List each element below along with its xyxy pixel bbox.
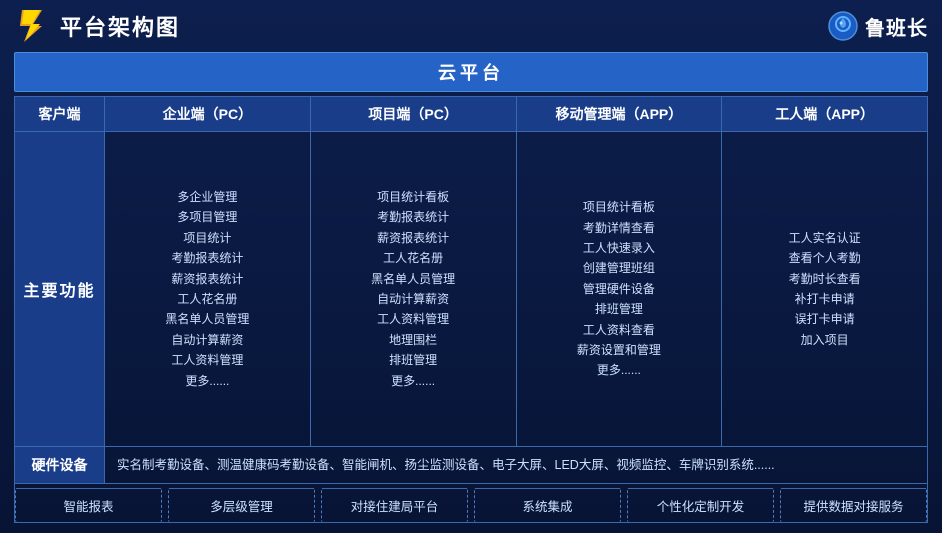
mobile-feature-list: 项目统计看板考勤详情查看工人快速录入创建管理班组管理硬件设备排班管理工人资料查看…: [577, 197, 661, 381]
bottom-feature-1: 智能报表: [15, 488, 162, 522]
bottom-feature-4: 系统集成: [474, 488, 621, 522]
col-header-project: 项目端（PC）: [311, 97, 517, 131]
column-headers: 客户端 企业端（PC） 项目端（PC） 移动管理端（APP） 工人端（APP）: [15, 97, 927, 132]
hardware-content: 实名制考勤设备、测温健康码考勤设备、智能闸机、扬尘监测设备、电子大屏、LED大屏…: [105, 447, 927, 483]
hardware-row: 硬件设备 实名制考勤设备、测温健康码考勤设备、智能闸机、扬尘监测设备、电子大屏、…: [15, 447, 927, 484]
col-header-enterprise: 企业端（PC）: [105, 97, 311, 131]
worker-feature-list: 工人实名认证查看个人考勤考勤时长查看补打卡申请误打卡申请加入项目: [789, 228, 861, 350]
cloud-banner: 云平台: [14, 52, 928, 92]
brand-icon: [827, 10, 859, 42]
brand-name: 鲁班长: [865, 12, 928, 41]
hardware-label: 硬件设备: [15, 447, 105, 483]
brand-logo: 鲁班长: [827, 10, 928, 42]
header-left: 平台架构图: [14, 8, 180, 44]
main-table: 客户端 企业端（PC） 项目端（PC） 移动管理端（APP） 工人端（APP） …: [14, 96, 928, 523]
header: 平台架构图 鲁班长: [14, 8, 928, 52]
col-header-mobile: 移动管理端（APP）: [517, 97, 723, 131]
main-features-row: 主要功能 多企业管理多项目管理项目统计考勤报表统计薪资报表统计工人花名册黑名单人…: [15, 132, 927, 447]
mobile-features-cell: 项目统计看板考勤详情查看工人快速录入创建管理班组管理硬件设备排班管理工人资料查看…: [517, 132, 723, 446]
enterprise-features-cell: 多企业管理多项目管理项目统计考勤报表统计薪资报表统计工人花名册黑名单人员管理自动…: [105, 132, 311, 446]
col-header-worker: 工人端（APP）: [722, 97, 927, 131]
worker-features-cell: 工人实名认证查看个人考勤考勤时长查看补打卡申请误打卡申请加入项目: [722, 132, 927, 446]
page-title: 平台架构图: [60, 10, 180, 42]
col-header-client: 客户端: [15, 97, 105, 131]
project-features-cell: 项目统计看板考勤报表统计薪资报表统计工人花名册黑名单人员管理自动计算薪资工人资料…: [311, 132, 517, 446]
bottom-feature-6: 提供数据对接服务: [780, 488, 927, 522]
app-container: 平台架构图 鲁班长 云平台 客户端 企业端（PC） 项目端（PC） 移动管理端（…: [0, 0, 942, 533]
project-feature-list: 项目统计看板考勤报表统计薪资报表统计工人花名册黑名单人员管理自动计算薪资工人资料…: [371, 187, 455, 391]
bottom-feature-3: 对接住建局平台: [321, 488, 468, 522]
logo-icon: [14, 8, 50, 44]
main-function-label: 主要功能: [15, 132, 105, 446]
bottom-features: 智能报表 多层级管理 对接住建局平台 系统集成 个性化定制开发 提供数据对接服务: [15, 484, 927, 522]
bottom-feature-5: 个性化定制开发: [627, 488, 774, 522]
enterprise-feature-list: 多企业管理多项目管理项目统计考勤报表统计薪资报表统计工人花名册黑名单人员管理自动…: [165, 187, 249, 391]
bottom-feature-2: 多层级管理: [168, 488, 315, 522]
